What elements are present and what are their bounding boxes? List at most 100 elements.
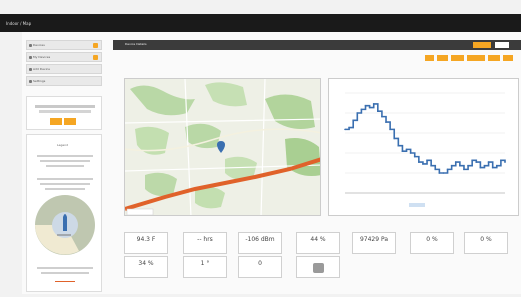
promo-text-line [39,110,91,113]
sidebar-item-label: My Devices [33,55,51,59]
data-point [446,168,449,171]
data-point [459,164,461,167]
data-point [471,159,473,162]
data-point [377,110,379,112]
data-point [348,126,350,129]
data-point [344,128,346,131]
filter-button[interactable] [451,55,464,61]
device-icon [313,263,324,273]
sidebar-item-my-devices[interactable]: My Devices [26,52,102,62]
top-navigation-bar: Indoor / Map [0,14,521,32]
panel-action-button[interactable] [495,42,509,48]
metric-tile: 34 % [124,256,168,278]
device-image-tile[interactable] [296,256,340,278]
metric-value: 0 [258,260,262,267]
data-point [479,166,482,169]
data-point [356,112,359,114]
panel-action-button[interactable] [473,42,491,48]
data-point [475,161,478,163]
metric-value: -106 dBm [245,236,275,243]
location-map[interactable] [124,78,321,216]
data-point [389,128,391,131]
filter-button[interactable] [488,55,500,61]
data-point [385,121,387,123]
filter-button[interactable] [467,55,485,61]
data-point [360,108,363,111]
data-point [454,161,457,163]
metric-tile: 0 [238,256,282,278]
metric-value: 44 % [310,236,326,243]
metric-tile: 0 % [410,232,454,254]
data-point [426,159,428,162]
data-point [434,168,437,171]
map-canvas[interactable] [125,79,321,216]
data-point [467,164,469,167]
sidebar-item-label: Devices [33,43,45,47]
data-point [495,164,498,167]
sidebar-item-settings[interactable]: Settings [26,76,102,86]
data-point [483,164,486,167]
data-point [393,137,396,140]
filter-button[interactable] [437,55,448,61]
data-point [463,168,465,171]
data-point [504,161,506,163]
metric-value: 94.3 F [136,236,156,243]
metric-value: 0 % [426,236,438,243]
promo-secondary-button[interactable] [64,118,76,125]
sidebar-item-label: Settings [33,79,46,83]
app-brand[interactable]: Indoor / Map [6,21,31,26]
filter-button[interactable] [503,55,513,61]
metric-tile: 44 % [296,232,340,254]
panel-title: Device Details [125,42,147,46]
data-point [364,104,367,107]
promo-card [26,96,102,130]
data-point [405,148,408,151]
data-point [450,164,453,167]
metric-tile: 94.3 F [124,232,168,254]
chart-legend-swatch [409,203,425,207]
data-point [442,172,445,174]
data-point [368,106,371,109]
metric-tile: 0 % [464,232,508,254]
metric-tile: 97429 Pa [352,232,396,254]
data-point [430,164,432,167]
data-point [487,161,490,163]
sidebar-item-label: Add Device [33,67,51,71]
metric-value: -- hrs [197,236,213,243]
series-line [345,103,506,174]
chart-canvas [344,92,506,207]
badge-icon [93,55,98,60]
promo-text-line [35,105,95,108]
metric-tile: -- hrs [183,232,227,254]
badge-icon [93,43,98,48]
data-point [372,103,375,105]
plus-icon [29,68,32,71]
device-icon [29,44,32,47]
sidebar-item-devices[interactable]: Devices [26,40,102,50]
data-point [422,163,424,165]
metric-tile: -106 dBm [238,232,282,254]
panel-header: Device Details [113,40,521,50]
data-point [500,159,502,162]
gear-icon [29,80,32,83]
data-point [381,115,383,118]
data-point [397,144,400,147]
data-point [418,161,420,163]
list-icon [29,56,32,59]
data-point [409,152,412,154]
sidebar-item-add-device[interactable]: Add Device [26,64,102,74]
history-chart [328,78,519,216]
data-point [438,172,441,174]
data-point [352,119,355,122]
metric-value: 1 ° [200,260,210,267]
data-point [491,166,494,169]
metric-tile: 1 ° [183,256,227,278]
route-legend-line [55,281,75,282]
metric-value: 34 % [138,260,154,267]
filter-button[interactable] [425,55,434,61]
metric-value: 0 % [480,236,492,243]
data-point [401,150,404,152]
promo-primary-button[interactable] [50,118,62,125]
metric-value: 97429 Pa [359,236,389,243]
data-point [413,155,416,158]
